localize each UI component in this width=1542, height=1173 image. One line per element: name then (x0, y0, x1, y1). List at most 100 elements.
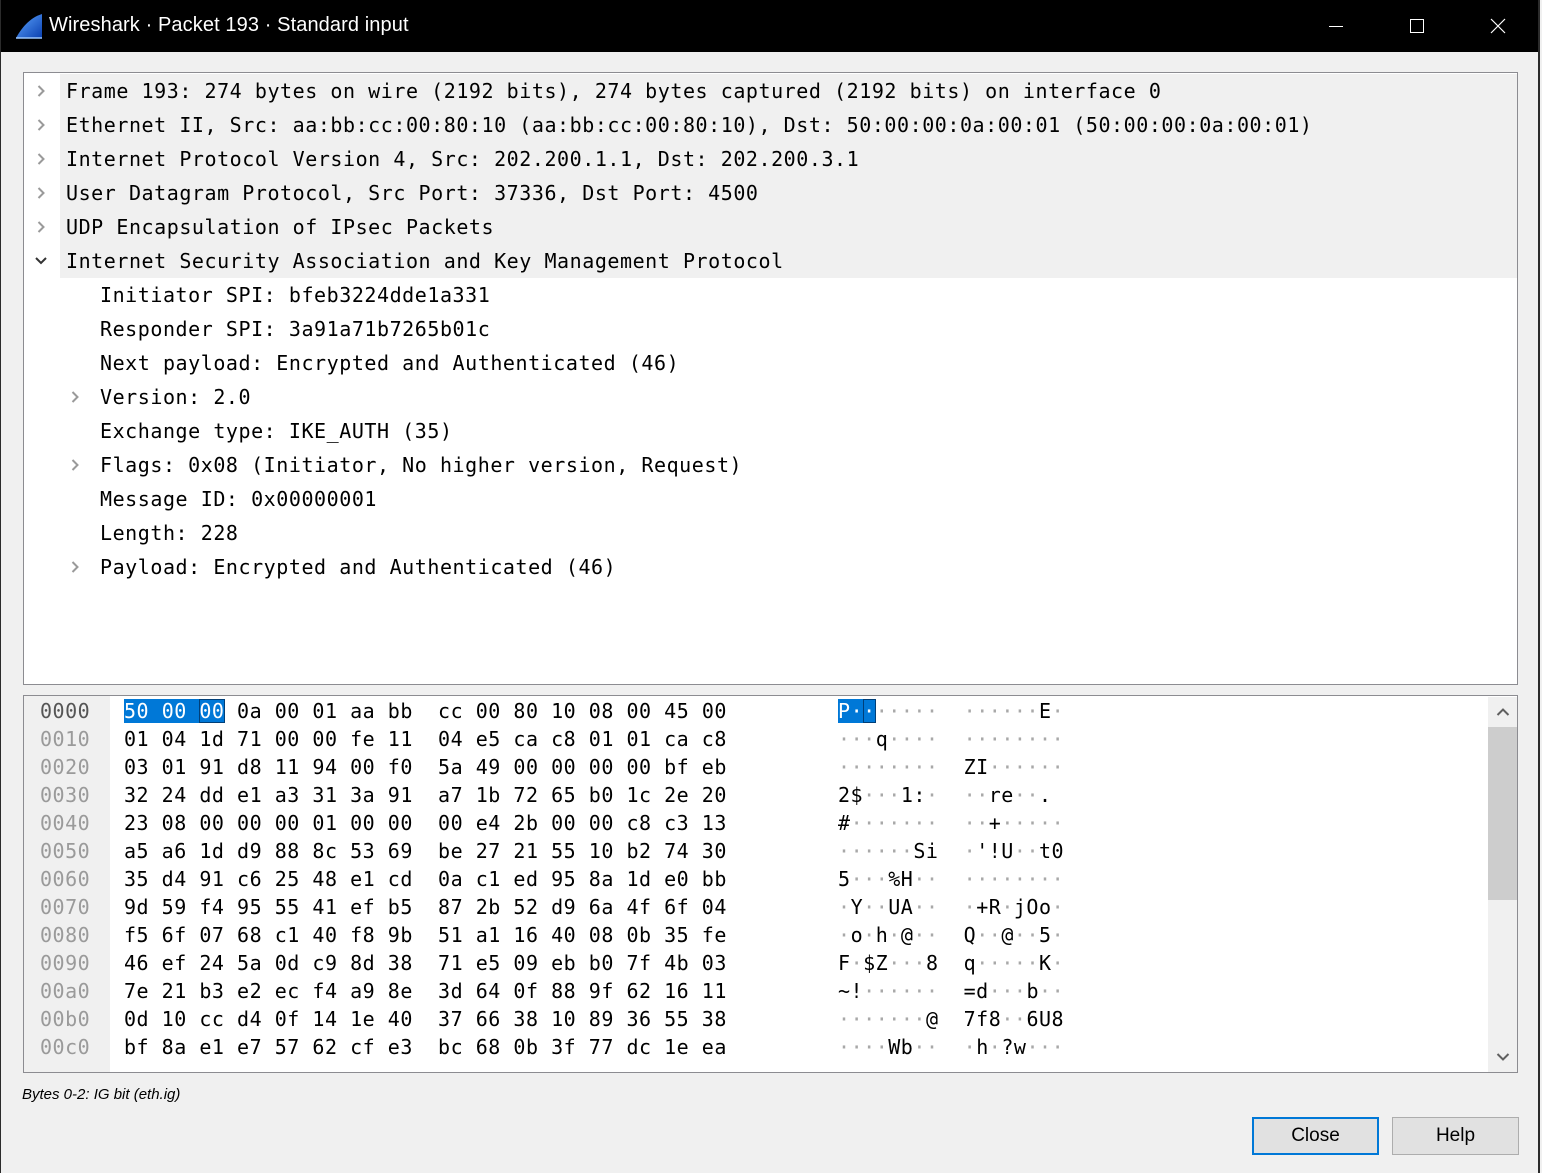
hex-row[interactable]: 0020 03 01 91 d8 11 94 00 f0 5a 49 00 00 … (24, 753, 1484, 781)
hex-bytes[interactable]: 9d 59 f4 95 55 41 ef b5 87 2b 52 d9 6a 4… (124, 893, 727, 921)
tree-row-label: Flags: 0x08 (Initiator, No higher versio… (100, 453, 743, 477)
hex-bytes[interactable]: 7e 21 b3 e2 ec f4 a9 8e 3d 64 0f 88 9f 6… (124, 977, 727, 1005)
tree-row[interactable]: Version: 2.0 (24, 380, 1517, 414)
packet-dialog-window: Wireshark · Packet 193 · Standard input … (0, 0, 1540, 1173)
expand-chevron-right-icon[interactable] (65, 448, 85, 482)
help-button[interactable]: Help (1392, 1117, 1519, 1155)
tree-row[interactable]: Exchange type: IKE_AUTH (35) (24, 414, 1517, 448)
hex-bytes[interactable]: 46 ef 24 5a 0d c9 8d 38 71 e5 09 eb b0 7… (124, 949, 727, 977)
hex-row[interactable]: 00a0 7e 21 b3 e2 ec f4 a9 8e 3d 64 0f 88 … (24, 977, 1484, 1005)
chevron-down-icon (1496, 1053, 1509, 1061)
hex-ascii[interactable]: ·Y··UA·· ·+R·jOo· (838, 893, 1064, 921)
tree-row-label: UDP Encapsulation of IPsec Packets (66, 215, 495, 239)
hex-ascii[interactable]: ····Wb·· ·h·?w··· (838, 1033, 1064, 1061)
hex-ascii[interactable]: ······Si ·'!U··t0 (838, 837, 1064, 865)
hex-bytes[interactable]: 35 d4 91 c6 25 48 e1 cd 0a c1 ed 95 8a 1… (124, 865, 727, 893)
tree-row[interactable]: User Datagram Protocol, Src Port: 37336,… (24, 176, 1517, 210)
tree-row[interactable]: Ethernet II, Src: aa:bb:cc:00:80:10 (aa:… (24, 108, 1517, 142)
hex-bytes[interactable]: bf 8a e1 e7 57 62 cf e3 bc 68 0b 3f 77 d… (124, 1033, 727, 1061)
tree-row[interactable]: Length: 228 (24, 516, 1517, 550)
hex-offset: 00a0 (40, 979, 91, 1003)
tree-row[interactable]: Frame 193: 274 bytes on wire (2192 bits)… (24, 74, 1517, 108)
hex-bytes[interactable]: 03 01 91 d8 11 94 00 f0 5a 49 00 00 00 0… (124, 753, 727, 781)
vertical-scrollbar[interactable] (1488, 697, 1517, 1072)
hex-row[interactable]: 0050 a5 a6 1d d9 88 8c 53 69 be 27 21 55 … (24, 837, 1484, 865)
hex-row[interactable]: 0030 32 24 dd e1 a3 31 3a 91 a7 1b 72 65 … (24, 781, 1484, 809)
packet-details-tree[interactable]: Frame 193: 274 bytes on wire (2192 bits)… (23, 72, 1518, 685)
expand-chevron-right-icon[interactable] (65, 550, 85, 584)
expand-chevron-right-icon[interactable] (31, 210, 51, 244)
expand-chevron-down-icon[interactable] (31, 244, 51, 278)
hex-row[interactable]: 0090 46 ef 24 5a 0d c9 8d 38 71 e5 09 eb … (24, 949, 1484, 977)
hex-ascii[interactable]: 5···%H·· ········ (838, 865, 1064, 893)
hex-bytes[interactable]: 01 04 1d 71 00 00 fe 11 04 e5 ca c8 01 0… (124, 725, 727, 753)
hex-ascii[interactable]: 2$···1:· ··re··. (838, 781, 1064, 809)
expand-chevron-right-icon[interactable] (31, 108, 51, 142)
scroll-down-button[interactable] (1488, 1042, 1517, 1072)
hex-ascii[interactable]: ·o·h·@·· Q··@··5· (838, 921, 1064, 949)
tree-row-label: Initiator SPI: bfeb3224dde1a331 (100, 283, 491, 307)
tree-row[interactable]: Payload: Encrypted and Authenticated (46… (24, 550, 1517, 584)
tree-row[interactable]: Initiator SPI: bfeb3224dde1a331 (24, 278, 1517, 312)
hex-ascii[interactable]: F·$Z···8 q·····K· (838, 949, 1064, 977)
tree-row-label: Responder SPI: 3a91a71b7265b01c (100, 317, 491, 341)
hex-offset: 0010 (40, 727, 91, 751)
hex-row[interactable]: 0070 9d 59 f4 95 55 41 ef b5 87 2b 52 d9 … (24, 893, 1484, 921)
expand-chevron-right-icon[interactable] (31, 74, 51, 108)
hex-row[interactable]: 0000 50 00 00 0a 00 01 aa bb cc 00 80 10 … (24, 697, 1484, 725)
expand-chevron-right-icon[interactable] (31, 176, 51, 210)
hex-offset: 0070 (40, 895, 91, 919)
hex-ascii[interactable]: ···q···· ········ (838, 725, 1064, 753)
hex-row[interactable]: 0080 f5 6f 07 68 c1 40 f8 9b 51 a1 16 40 … (24, 921, 1484, 949)
hex-offset: 00c0 (40, 1035, 91, 1059)
tree-row-label: User Datagram Protocol, Src Port: 37336,… (66, 181, 759, 205)
tree-row[interactable]: Internet Security Association and Key Ma… (24, 244, 1517, 278)
maximize-icon (1410, 19, 1424, 33)
hex-row[interactable]: 0010 01 04 1d 71 00 00 fe 11 04 e5 ca c8 … (24, 725, 1484, 753)
tree-row-label: Next payload: Encrypted and Authenticate… (100, 351, 680, 375)
hex-ascii[interactable]: ········ ZI······ (838, 753, 1064, 781)
tree-row[interactable]: Message ID: 0x00000001 (24, 482, 1517, 516)
tree-row-label: Length: 228 (100, 521, 239, 545)
hex-ascii[interactable]: ·······@ 7f8··6U8 (838, 1005, 1064, 1033)
hex-bytes[interactable]: 0d 10 cc d4 0f 14 1e 40 37 66 38 10 89 3… (124, 1005, 727, 1033)
tree-row[interactable]: Internet Protocol Version 4, Src: 202.20… (24, 142, 1517, 176)
hex-offset: 0090 (40, 951, 91, 975)
hex-bytes[interactable]: 50 00 00 0a 00 01 aa bb cc 00 80 10 08 0… (124, 697, 727, 725)
expand-chevron-right-icon[interactable] (31, 142, 51, 176)
expand-chevron-right-icon[interactable] (65, 380, 85, 414)
hex-offset: 0040 (40, 811, 91, 835)
wireshark-fin-icon (16, 14, 42, 39)
close-button[interactable]: Close (1252, 1117, 1379, 1155)
hex-bytes[interactable]: a5 a6 1d d9 88 8c 53 69 be 27 21 55 10 b… (124, 837, 727, 865)
hex-bytes[interactable]: 23 08 00 00 00 01 00 00 00 e4 2b 00 00 c… (124, 809, 727, 837)
tree-row-label: Ethernet II, Src: aa:bb:cc:00:80:10 (aa:… (66, 113, 1313, 137)
hex-row[interactable]: 0060 35 d4 91 c6 25 48 e1 cd 0a c1 ed 95 … (24, 865, 1484, 893)
hex-bytes[interactable]: 32 24 dd e1 a3 31 3a 91 a7 1b 72 65 b0 1… (124, 781, 727, 809)
hex-offset: 0000 (40, 699, 91, 723)
hex-row[interactable]: 00b0 0d 10 cc d4 0f 14 1e 40 37 66 38 10 … (24, 1005, 1484, 1033)
tree-row[interactable]: Next payload: Encrypted and Authenticate… (24, 346, 1517, 380)
minimize-button[interactable] (1296, 0, 1376, 52)
hex-ascii[interactable]: #······· ··+····· (838, 809, 1064, 837)
hex-offset: 0050 (40, 839, 91, 863)
maximize-button[interactable] (1377, 0, 1457, 52)
tree-row[interactable]: UDP Encapsulation of IPsec Packets (24, 210, 1517, 244)
title-bar[interactable]: Wireshark · Packet 193 · Standard input (1, 0, 1538, 52)
close-window-button[interactable] (1458, 0, 1538, 52)
hex-offset: 0020 (40, 755, 91, 779)
hex-offset: 0060 (40, 867, 91, 891)
hex-bytes[interactable]: f5 6f 07 68 c1 40 f8 9b 51 a1 16 40 08 0… (124, 921, 727, 949)
scroll-up-button[interactable] (1488, 697, 1517, 727)
window-title: Wireshark · Packet 193 · Standard input (49, 14, 409, 36)
hex-row[interactable]: 00c0 bf 8a e1 e7 57 62 cf e3 bc 68 0b 3f … (24, 1033, 1484, 1061)
tree-row-label: Internet Protocol Version 4, Src: 202.20… (66, 147, 860, 171)
packet-bytes-pane[interactable]: 0000 50 00 00 0a 00 01 aa bb cc 00 80 10 … (23, 695, 1518, 1073)
tree-row[interactable]: Responder SPI: 3a91a71b7265b01c (24, 312, 1517, 346)
hex-ascii[interactable]: P······· ······E· (838, 697, 1064, 725)
chevron-up-icon (1496, 708, 1509, 716)
hex-row[interactable]: 0040 23 08 00 00 00 01 00 00 00 e4 2b 00 … (24, 809, 1484, 837)
tree-row[interactable]: Flags: 0x08 (Initiator, No higher versio… (24, 448, 1517, 482)
hex-ascii[interactable]: ~!······ =d···b·· (838, 977, 1064, 1005)
scroll-thumb[interactable] (1488, 727, 1517, 900)
